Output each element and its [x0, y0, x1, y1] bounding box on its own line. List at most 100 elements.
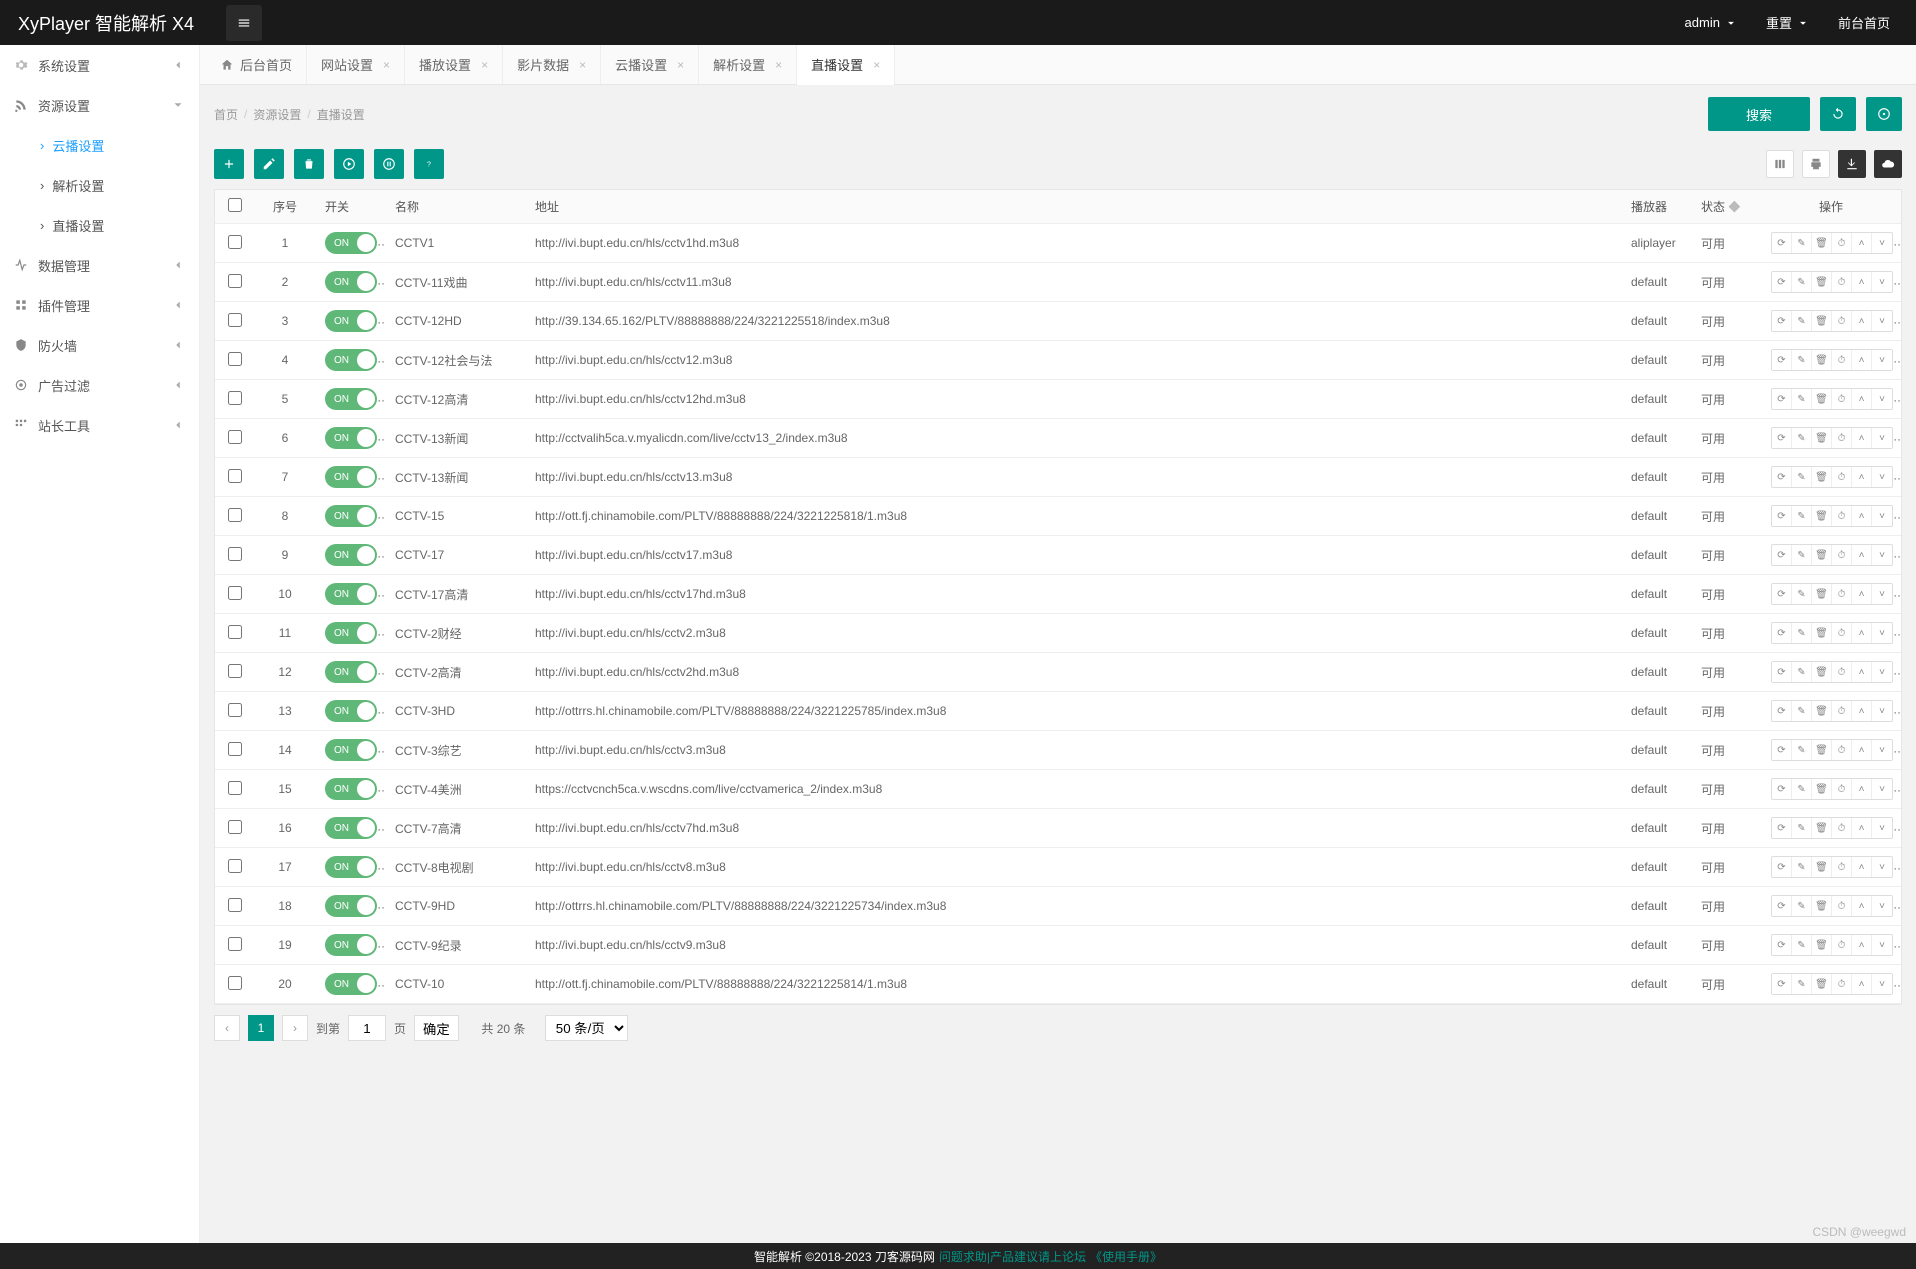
row-edit-button[interactable]: ✎	[1792, 467, 1812, 487]
row-up-button[interactable]: ˄	[1852, 623, 1872, 643]
row-down-button[interactable]: ˅	[1872, 857, 1892, 877]
row-up-button[interactable]: ˄	[1852, 662, 1872, 682]
row-up-button[interactable]: ˄	[1852, 233, 1872, 253]
close-icon[interactable]: ×	[775, 58, 782, 72]
page-input[interactable]	[348, 1015, 386, 1041]
row-checkbox[interactable]	[228, 235, 242, 249]
row-up-button[interactable]: ˄	[1852, 896, 1872, 916]
row-time-button[interactable]: ⏱	[1832, 545, 1852, 565]
row-refresh-button[interactable]: ⟳	[1772, 233, 1792, 253]
info-button[interactable]	[1866, 97, 1902, 131]
row-edit-button[interactable]: ✎	[1792, 584, 1812, 604]
row-refresh-button[interactable]: ⟳	[1772, 740, 1792, 760]
row-delete-button[interactable]: 🗑	[1812, 662, 1832, 682]
row-edit-button[interactable]: ✎	[1792, 974, 1812, 994]
close-icon[interactable]: ×	[383, 58, 390, 72]
row-switch[interactable]: ON	[325, 856, 377, 878]
row-edit-button[interactable]: ✎	[1792, 662, 1812, 682]
row-time-button[interactable]: ⏱	[1832, 623, 1852, 643]
export-button[interactable]	[1838, 150, 1866, 178]
row-checkbox[interactable]	[228, 547, 242, 561]
row-refresh-button[interactable]: ⟳	[1772, 857, 1792, 877]
row-down-button[interactable]: ˅	[1872, 935, 1892, 955]
row-checkbox[interactable]	[228, 781, 242, 795]
row-delete-button[interactable]: 🗑	[1812, 506, 1832, 526]
sidebar-item-adfilter[interactable]: 广告过滤	[0, 365, 199, 405]
row-refresh-button[interactable]: ⟳	[1772, 974, 1792, 994]
page-1-button[interactable]: 1	[248, 1015, 274, 1041]
tab-movie-data[interactable]: 影片数据×	[503, 45, 601, 84]
row-edit-button[interactable]: ✎	[1792, 506, 1812, 526]
row-delete-button[interactable]: 🗑	[1812, 701, 1832, 721]
row-switch[interactable]: ON	[325, 817, 377, 839]
row-time-button[interactable]: ⏱	[1832, 740, 1852, 760]
footer-manual-link[interactable]: 《使用手册》	[1090, 1248, 1162, 1265]
row-switch[interactable]: ON	[325, 895, 377, 917]
header-player[interactable]: 播放器	[1621, 190, 1691, 224]
row-edit-button[interactable]: ✎	[1792, 350, 1812, 370]
row-switch[interactable]: ON	[325, 505, 377, 527]
row-refresh-button[interactable]: ⟳	[1772, 350, 1792, 370]
row-edit-button[interactable]: ✎	[1792, 623, 1812, 643]
row-switch[interactable]: ON	[325, 271, 377, 293]
search-button[interactable]: 搜索	[1708, 97, 1810, 131]
sidebar-sub-parse[interactable]: › 解析设置	[0, 165, 199, 205]
row-refresh-button[interactable]: ⟳	[1772, 779, 1792, 799]
row-refresh-button[interactable]: ⟳	[1772, 896, 1792, 916]
edit-button[interactable]	[254, 149, 284, 179]
row-time-button[interactable]: ⏱	[1832, 974, 1852, 994]
tab-site-settings[interactable]: 网站设置×	[307, 45, 405, 84]
row-up-button[interactable]: ˄	[1852, 779, 1872, 799]
row-delete-button[interactable]: 🗑	[1812, 389, 1832, 409]
row-switch[interactable]: ON	[325, 232, 377, 254]
row-down-button[interactable]: ˅	[1872, 896, 1892, 916]
sidebar-item-system[interactable]: 系统设置	[0, 45, 199, 85]
row-edit-button[interactable]: ✎	[1792, 389, 1812, 409]
row-refresh-button[interactable]: ⟳	[1772, 428, 1792, 448]
row-delete-button[interactable]: 🗑	[1812, 584, 1832, 604]
row-refresh-button[interactable]: ⟳	[1772, 389, 1792, 409]
row-time-button[interactable]: ⏱	[1832, 506, 1852, 526]
row-refresh-button[interactable]: ⟳	[1772, 506, 1792, 526]
row-time-button[interactable]: ⏱	[1832, 818, 1852, 838]
header-url[interactable]: 地址	[525, 190, 1621, 224]
row-edit-button[interactable]: ✎	[1792, 311, 1812, 331]
tab-cloudplay-settings[interactable]: 云播设置×	[601, 45, 699, 84]
row-switch[interactable]: ON	[325, 622, 377, 644]
row-refresh-button[interactable]: ⟳	[1772, 584, 1792, 604]
header-name[interactable]: 名称	[385, 190, 525, 224]
row-down-button[interactable]: ˅	[1872, 350, 1892, 370]
row-switch[interactable]: ON	[325, 583, 377, 605]
row-delete-button[interactable]: 🗑	[1812, 233, 1832, 253]
row-delete-button[interactable]: 🗑	[1812, 311, 1832, 331]
row-delete-button[interactable]: 🗑	[1812, 467, 1832, 487]
row-checkbox[interactable]	[228, 625, 242, 639]
row-checkbox[interactable]	[228, 898, 242, 912]
row-refresh-button[interactable]: ⟳	[1772, 272, 1792, 292]
row-delete-button[interactable]: 🗑	[1812, 623, 1832, 643]
row-edit-button[interactable]: ✎	[1792, 545, 1812, 565]
row-checkbox[interactable]	[228, 859, 242, 873]
row-up-button[interactable]: ˄	[1852, 545, 1872, 565]
row-time-button[interactable]: ⏱	[1832, 857, 1852, 877]
play-button[interactable]	[334, 149, 364, 179]
row-up-button[interactable]: ˄	[1852, 467, 1872, 487]
row-refresh-button[interactable]: ⟳	[1772, 545, 1792, 565]
add-button[interactable]	[214, 149, 244, 179]
footer-forum-link[interactable]: 问题求助|产品建议请上论坛	[939, 1248, 1086, 1265]
row-checkbox[interactable]	[228, 430, 242, 444]
row-time-button[interactable]: ⏱	[1832, 350, 1852, 370]
row-delete-button[interactable]: 🗑	[1812, 428, 1832, 448]
row-checkbox[interactable]	[228, 274, 242, 288]
row-up-button[interactable]: ˄	[1852, 350, 1872, 370]
row-delete-button[interactable]: 🗑	[1812, 545, 1832, 565]
row-down-button[interactable]: ˅	[1872, 740, 1892, 760]
row-down-button[interactable]: ˅	[1872, 623, 1892, 643]
reset-menu[interactable]: 重置	[1766, 13, 1810, 32]
row-refresh-button[interactable]: ⟳	[1772, 623, 1792, 643]
row-delete-button[interactable]: 🗑	[1812, 779, 1832, 799]
row-refresh-button[interactable]: ⟳	[1772, 467, 1792, 487]
row-refresh-button[interactable]: ⟳	[1772, 935, 1792, 955]
sidebar-sub-live[interactable]: › 直播设置	[0, 205, 199, 245]
user-menu[interactable]: admin	[1685, 15, 1738, 30]
